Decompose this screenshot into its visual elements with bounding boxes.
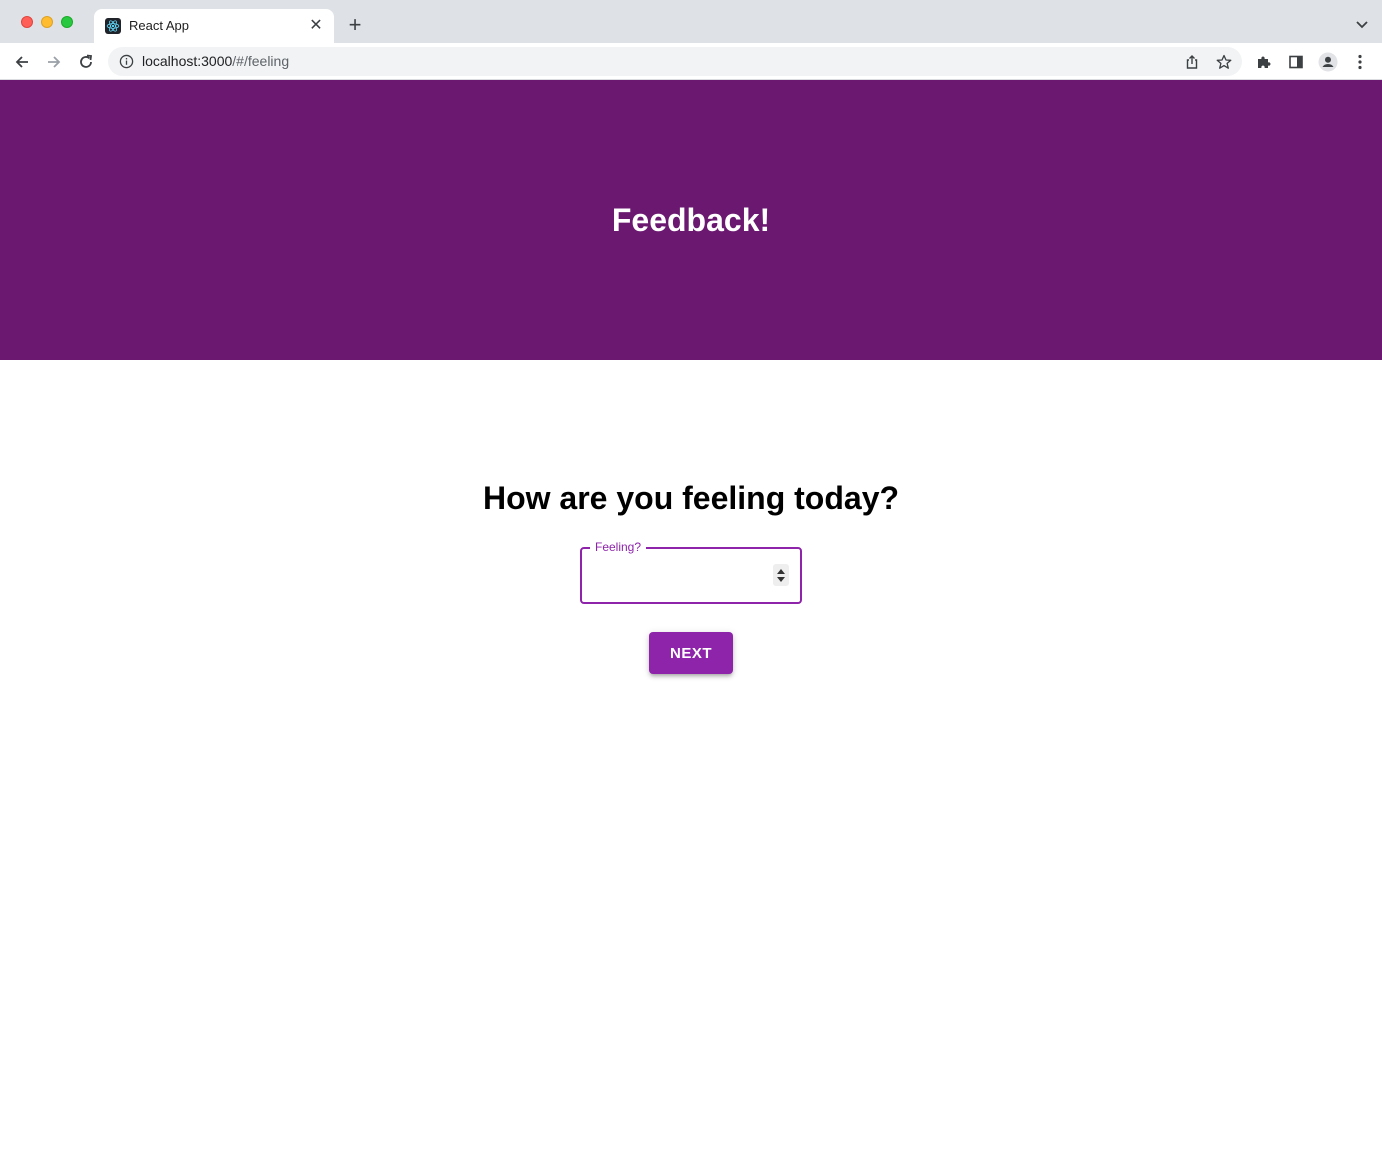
side-panel-icon[interactable]: [1285, 51, 1307, 73]
url-host: localhost:3000: [142, 53, 233, 69]
next-button[interactable]: NEXT: [649, 632, 733, 674]
star-icon[interactable]: [1215, 53, 1233, 71]
url-path: /#/feeling: [232, 53, 290, 69]
chevron-down-icon[interactable]: [1354, 16, 1370, 32]
arrow-right-icon[interactable]: [43, 51, 65, 73]
feeling-field[interactable]: Feeling?: [580, 540, 802, 604]
reload-icon[interactable]: [75, 51, 97, 73]
feeling-input[interactable]: [594, 561, 764, 591]
address-bar[interactable]: localhost:3000/#/feeling: [108, 47, 1242, 76]
minimize-window-button[interactable]: [41, 16, 53, 28]
info-icon[interactable]: [119, 54, 134, 69]
app-header: Feedback!: [0, 80, 1382, 360]
arrow-left-icon[interactable]: [11, 51, 33, 73]
page-question: How are you feeling today?: [482, 480, 900, 516]
browser-tabstrip: React App ✕ +: [0, 0, 1382, 43]
browser-toolbar: localhost:3000/#/feeling: [0, 43, 1382, 80]
browser-tab[interactable]: React App ✕: [94, 9, 334, 43]
profile-icon[interactable]: [1317, 51, 1339, 73]
maximize-window-button[interactable]: [61, 16, 73, 28]
number-stepper[interactable]: [773, 564, 789, 586]
close-window-button[interactable]: [21, 16, 33, 28]
stepper-up-icon[interactable]: [777, 568, 785, 574]
tab-close-icon[interactable]: ✕: [306, 16, 326, 36]
share-icon[interactable]: [1183, 53, 1201, 71]
puzzle-icon[interactable]: [1253, 51, 1275, 73]
new-tab-button[interactable]: +: [344, 14, 366, 36]
feeling-field-label: Feeling?: [590, 540, 647, 554]
url-text[interactable]: localhost:3000/#/feeling: [142, 53, 289, 70]
feeling-page: How are you feeling today? Feeling? NEXT: [0, 360, 1382, 1168]
stepper-down-icon[interactable]: [777, 576, 785, 582]
kebab-menu-icon[interactable]: [1349, 51, 1371, 73]
react-icon: [105, 18, 121, 34]
tab-title: React App: [129, 18, 189, 33]
app-title: Feedback!: [611, 201, 771, 238]
